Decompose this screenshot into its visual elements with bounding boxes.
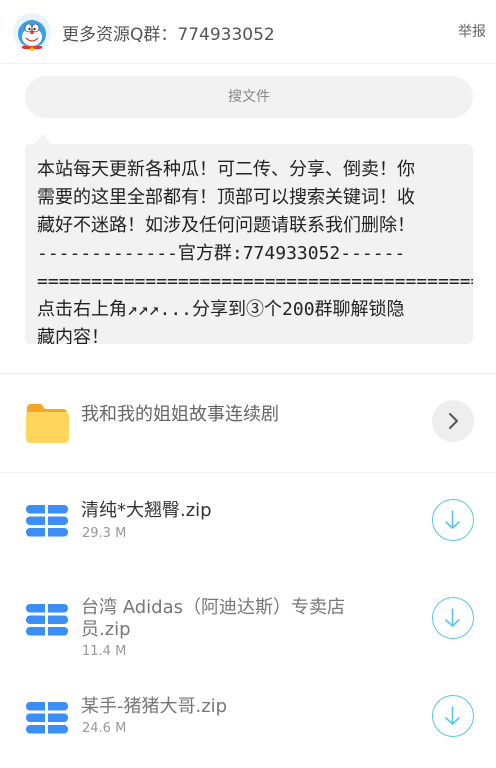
file-name-line-1: 台湾 Adidas（阿迪达斯）专卖店 — [81, 597, 345, 618]
search-input[interactable]: 搜文件 — [25, 76, 473, 118]
download-button[interactable] — [432, 499, 474, 541]
divider — [0, 373, 496, 374]
file-size: 11.4 M — [82, 644, 127, 659]
divider — [0, 472, 496, 473]
notice-text: 本站每天更新各种瓜！可二传、分享、倒卖！你 需要的这里全部都有！顶部可以搜索关键… — [37, 159, 473, 344]
download-button[interactable] — [432, 695, 474, 737]
notice-card: 本站每天更新各种瓜！可二传、分享、倒卖！你 需要的这里全部都有！顶部可以搜索关键… — [25, 144, 473, 344]
zip-file-icon — [26, 505, 68, 537]
header-title: 更多资源Q群：774933052 — [62, 25, 275, 45]
file-name: 清纯*大翘臀.zip — [81, 500, 212, 521]
doraemon-avatar[interactable] — [13, 13, 51, 51]
folder-title: 我和我的姐姐故事连续剧 — [81, 404, 279, 425]
report-link[interactable]: 举报 — [458, 21, 486, 41]
file-size: 24.6 M — [82, 721, 127, 736]
download-button[interactable] — [432, 597, 474, 639]
chevron-right-icon — [449, 413, 458, 429]
file-name-line-2: 员.zip — [81, 619, 131, 640]
download-icon — [445, 510, 460, 529]
download-icon — [445, 706, 460, 725]
notice-pointer — [34, 134, 52, 144]
download-icon — [445, 608, 460, 627]
top-bar: 更多资源Q群：774933052 举报 — [0, 0, 496, 64]
open-folder-button[interactable] — [432, 400, 474, 442]
file-name: 某手-猪猪大哥.zip — [81, 696, 228, 717]
zip-file-icon — [26, 702, 68, 734]
zip-file-icon — [26, 604, 68, 636]
file-size: 29.3 M — [82, 526, 127, 541]
folder-icon — [26, 404, 69, 443]
